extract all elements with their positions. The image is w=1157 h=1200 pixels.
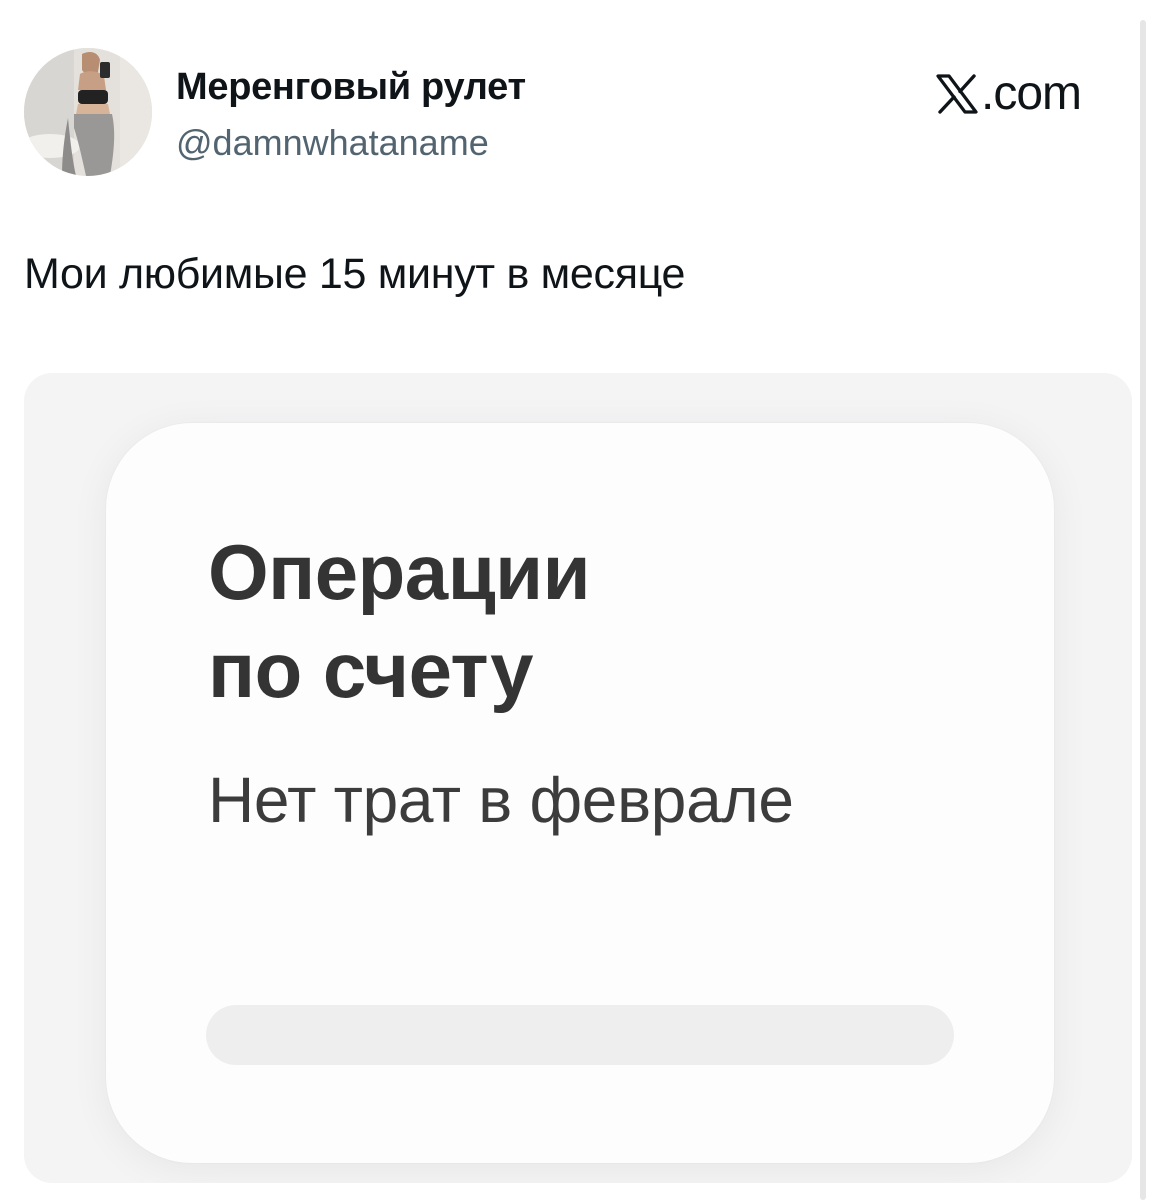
card-title: Операции по счету bbox=[208, 523, 591, 719]
scrollbar[interactable] bbox=[1140, 20, 1146, 1200]
card-title-line1: Операции bbox=[208, 528, 591, 616]
profile-photo-avatar bbox=[24, 48, 152, 176]
brand-domain: .com bbox=[981, 67, 1082, 120]
brand-logo: .com bbox=[935, 66, 1082, 121]
tweet-text: Мои любимые 15 минут в месяце bbox=[24, 250, 686, 298]
author-display-name[interactable]: Меренговый рулет bbox=[176, 66, 526, 109]
avatar[interactable] bbox=[24, 48, 152, 176]
card-subtitle: Нет трат в феврале bbox=[208, 764, 794, 836]
card-title-line2: по счету bbox=[208, 626, 533, 714]
tweet-screenshot: Меренговый рулет @damnwhataname .com Мои… bbox=[0, 0, 1157, 1200]
tweet-media-image[interactable]: Операции по счету Нет трат в феврале bbox=[24, 373, 1132, 1183]
placeholder-bar bbox=[206, 1005, 954, 1065]
author-handle[interactable]: @damnwhataname bbox=[176, 122, 489, 164]
account-operations-card: Операции по счету Нет трат в феврале bbox=[106, 423, 1054, 1163]
x-logo-icon bbox=[936, 73, 978, 114]
